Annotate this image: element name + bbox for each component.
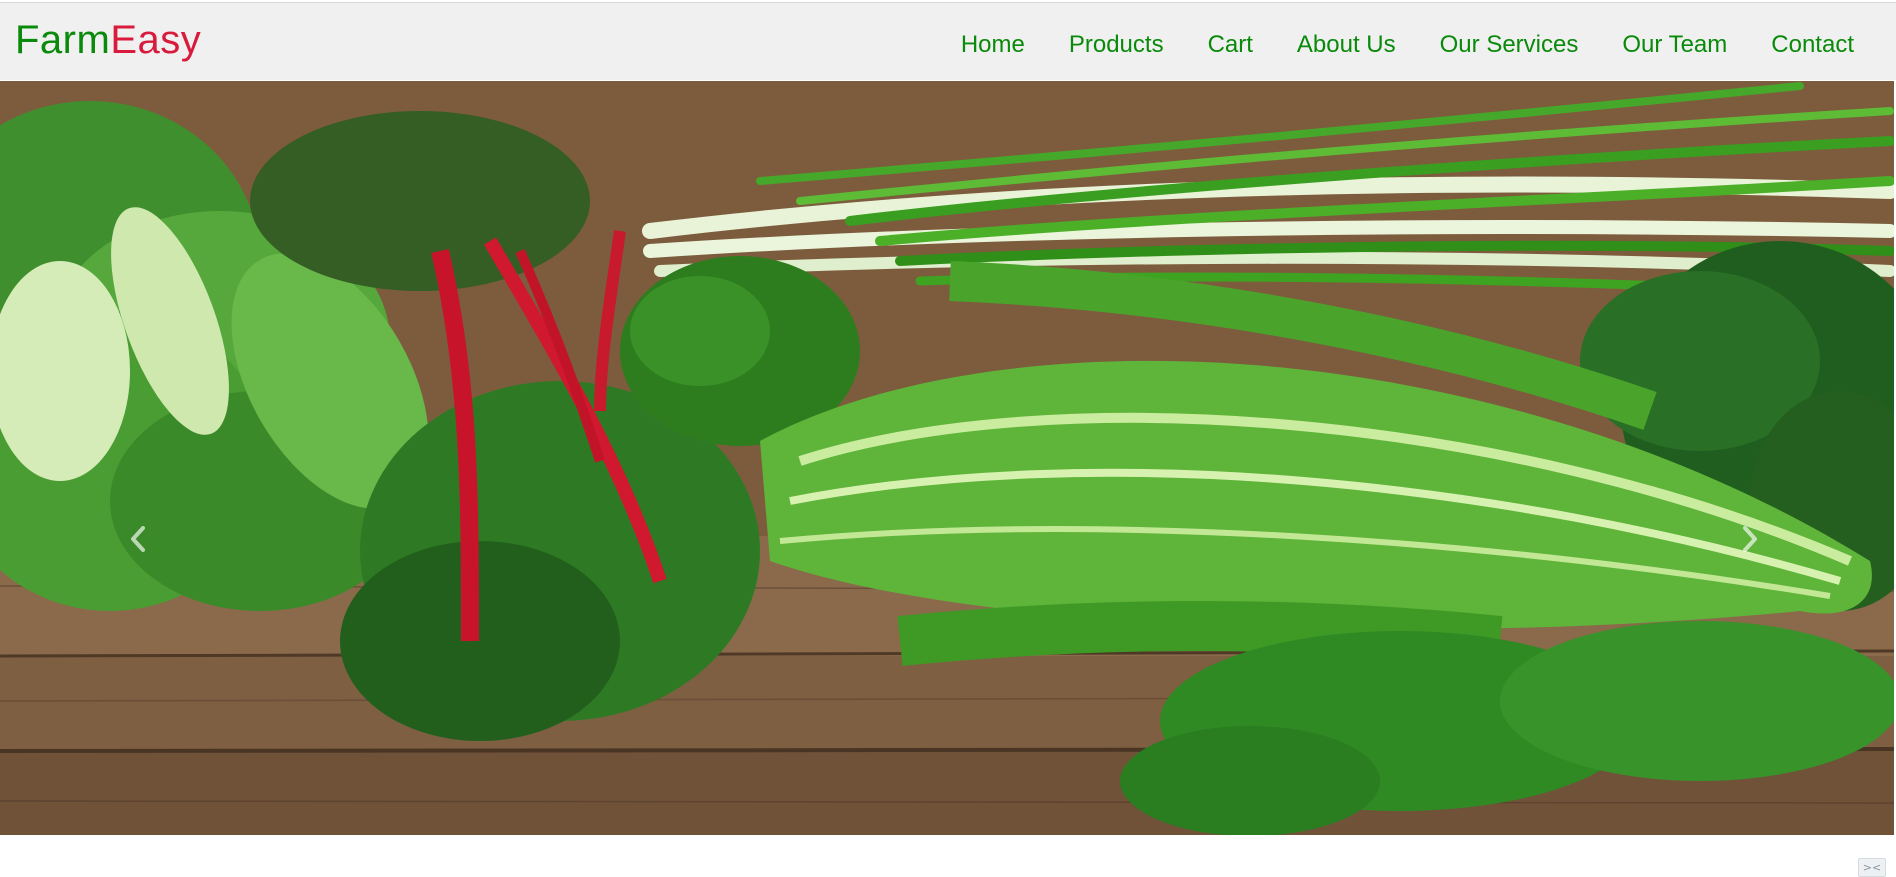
nav-services-link[interactable]: Our Services <box>1418 25 1601 65</box>
nav-contact-link[interactable]: Contact <box>1749 25 1876 65</box>
hero-image <box>0 81 1894 835</box>
carousel-prev-button[interactable] <box>118 514 158 564</box>
chevron-right-icon <box>1743 526 1757 552</box>
chevron-left-icon <box>131 526 145 552</box>
nav-cart-link[interactable]: Cart <box>1186 25 1275 65</box>
brand-logo[interactable]: FarmEasy <box>15 15 201 65</box>
nav-about-link[interactable]: About Us <box>1275 25 1418 65</box>
nav-home-link[interactable]: Home <box>939 25 1047 65</box>
nav-links: Home Products Cart About Us Our Services… <box>939 25 1876 65</box>
carousel-next-button[interactable] <box>1730 514 1770 564</box>
hero-carousel <box>0 81 1894 835</box>
collapse-arrows-icon[interactable]: >< <box>1858 858 1886 877</box>
brand-part-farm: Farm <box>15 18 111 62</box>
brand-part-easy: Easy <box>110 18 202 62</box>
nav-products-link[interactable]: Products <box>1047 25 1186 65</box>
top-navbar: FarmEasy Home Products Cart About Us Our… <box>0 2 1896 80</box>
nav-team-link[interactable]: Our Team <box>1600 25 1749 65</box>
